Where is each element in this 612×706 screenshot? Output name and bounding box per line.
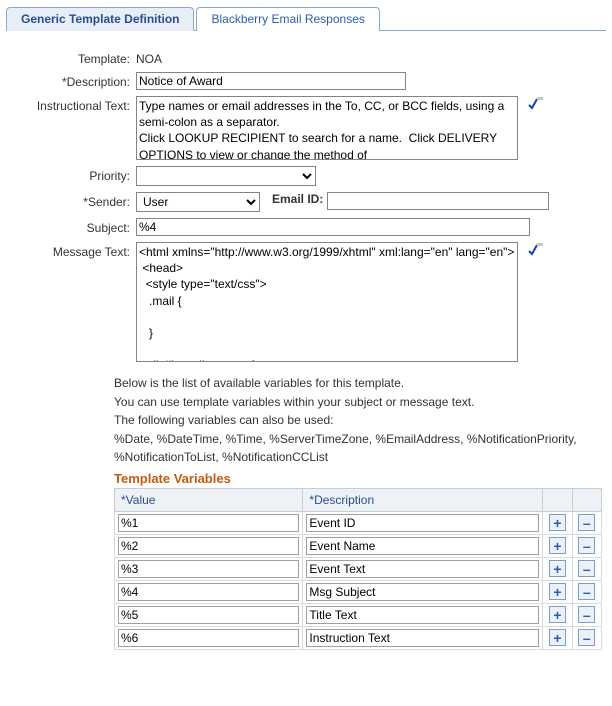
label-emailid: Email ID: <box>272 192 323 206</box>
template-variables-table: *Value *Description +–+–+–+–+–+– <box>114 488 602 650</box>
tv-value-input[interactable] <box>118 560 299 578</box>
col-header-del <box>572 488 601 511</box>
col-header-add <box>543 488 572 511</box>
priority-select[interactable] <box>136 166 316 186</box>
table-row: +– <box>115 626 602 649</box>
subject-input[interactable] <box>136 218 530 236</box>
table-row: +– <box>115 511 602 534</box>
delete-row-button[interactable]: – <box>578 629 595 646</box>
label-priority: Priority: <box>6 166 136 183</box>
label-template: Template: <box>6 49 136 66</box>
col-header-description[interactable]: *Description <box>303 488 543 511</box>
tv-desc-input[interactable] <box>306 629 539 647</box>
tv-value-input[interactable] <box>118 629 299 647</box>
sender-select[interactable]: User <box>136 192 260 212</box>
delete-row-button[interactable]: – <box>578 583 595 600</box>
table-row: +– <box>115 580 602 603</box>
tv-value-input[interactable] <box>118 537 299 555</box>
delete-row-button[interactable]: – <box>578 606 595 623</box>
label-subject: Subject: <box>6 218 136 235</box>
tab-generic-template[interactable]: Generic Template Definition <box>6 7 194 31</box>
add-row-button[interactable]: + <box>549 514 566 531</box>
tv-desc-input[interactable] <box>306 560 539 578</box>
spellcheck-icon[interactable] <box>528 242 544 256</box>
message-textarea[interactable]: <html xmlns="http://www.w3.org/1999/xhtm… <box>136 242 518 362</box>
tv-desc-input[interactable] <box>306 537 539 555</box>
label-description: *Description: <box>6 72 136 89</box>
delete-row-button[interactable]: – <box>578 560 595 577</box>
tv-desc-input[interactable] <box>306 583 539 601</box>
add-row-button[interactable]: + <box>549 560 566 577</box>
emailid-input[interactable] <box>327 192 549 210</box>
spellcheck-icon[interactable] <box>528 96 544 110</box>
tab-blackberry-responses[interactable]: Blackberry Email Responses <box>196 7 379 31</box>
delete-row-button[interactable]: – <box>578 537 595 554</box>
template-variables-heading: Template Variables <box>114 471 602 486</box>
help-line: Below is the list of available variables… <box>114 374 604 393</box>
col-header-value[interactable]: *Value <box>115 488 303 511</box>
description-input[interactable] <box>136 72 406 90</box>
help-line: You can use template variables within yo… <box>114 393 604 412</box>
table-row: +– <box>115 603 602 626</box>
label-instructional: Instructional Text: <box>6 96 136 113</box>
instructional-textarea[interactable]: Type names or email addresses in the To,… <box>136 96 518 160</box>
table-row: +– <box>115 534 602 557</box>
add-row-button[interactable]: + <box>549 606 566 623</box>
add-row-button[interactable]: + <box>549 629 566 646</box>
label-sender: *Sender: <box>6 192 136 209</box>
help-text: Below is the list of available variables… <box>114 374 604 467</box>
add-row-button[interactable]: + <box>549 537 566 554</box>
table-row: +– <box>115 557 602 580</box>
tv-value-input[interactable] <box>118 606 299 624</box>
delete-row-button[interactable]: – <box>578 514 595 531</box>
add-row-button[interactable]: + <box>549 583 566 600</box>
tv-value-input[interactable] <box>118 514 299 532</box>
tv-desc-input[interactable] <box>306 514 539 532</box>
form-body: Template: NOA *Description: Instructiona… <box>6 49 606 650</box>
tv-desc-input[interactable] <box>306 606 539 624</box>
value-template: NOA <box>136 49 162 66</box>
help-line: %Date, %DateTime, %Time, %ServerTimeZone… <box>114 430 604 467</box>
help-line: The following variables can also be used… <box>114 411 604 430</box>
label-message: Message Text: <box>6 242 136 259</box>
tab-bar: Generic Template Definition Blackberry E… <box>6 6 606 31</box>
tv-value-input[interactable] <box>118 583 299 601</box>
